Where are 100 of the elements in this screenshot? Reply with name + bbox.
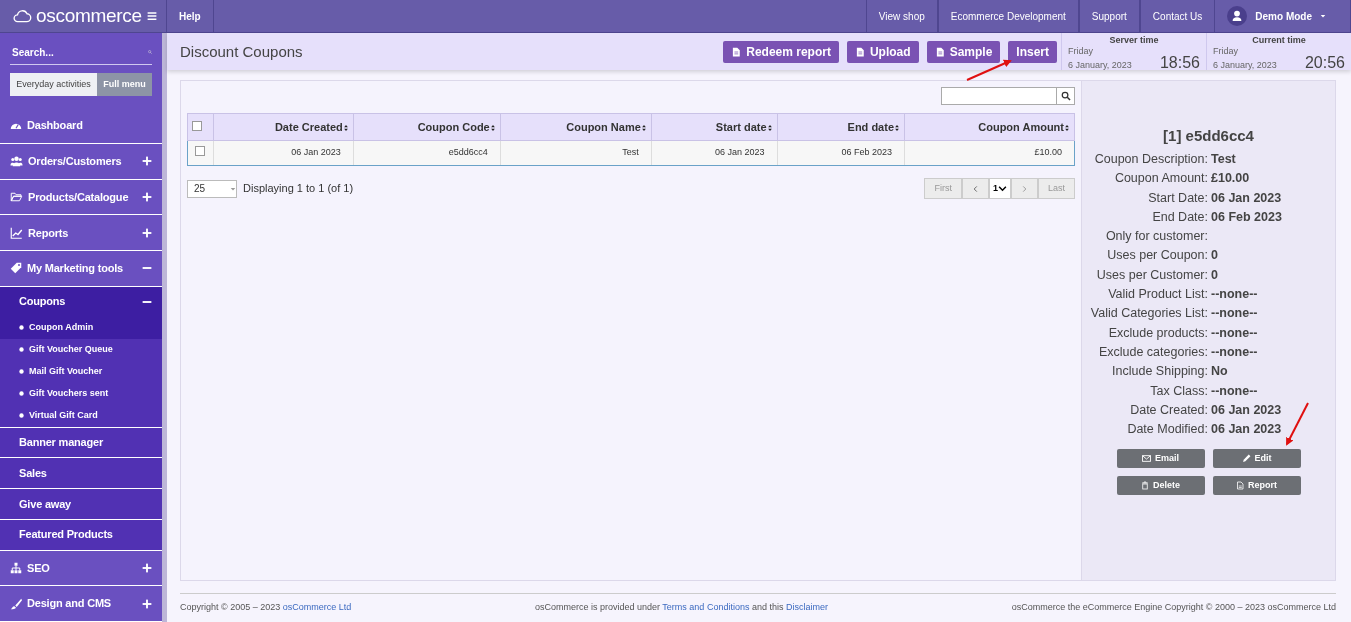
sidebar-item[interactable]: Banner manager bbox=[0, 427, 162, 459]
user-menu[interactable]: Demo Mode bbox=[1215, 0, 1351, 32]
table-cell: e5dd6cc4 bbox=[448, 147, 488, 158]
sidebar-subitem[interactable]: Coupon Admin bbox=[0, 316, 162, 339]
clock-time: 20:56 bbox=[1304, 54, 1345, 72]
search-field[interactable] bbox=[941, 87, 1057, 105]
toolbar-button[interactable]: Sample bbox=[926, 40, 1001, 63]
table-cell: 06 Jan 2023 bbox=[715, 147, 765, 158]
footer-link[interactable]: Terms and Conditions bbox=[662, 602, 750, 613]
field-label: Coupon Amount: bbox=[1113, 170, 1208, 188]
document-icon bbox=[934, 45, 945, 58]
field-label: Valid Categories List: bbox=[1089, 305, 1208, 323]
sidebar-item[interactable]: Coupons bbox=[0, 286, 162, 317]
page-size-select[interactable]: 25 bbox=[187, 179, 237, 198]
users-icon bbox=[10, 155, 23, 168]
field-value: £10.00 bbox=[1211, 170, 1251, 188]
menu-mode-tab[interactable]: Full menu bbox=[97, 72, 152, 97]
toolbar-button[interactable]: Insert bbox=[1008, 40, 1057, 63]
field-label: Only for customer: bbox=[1104, 228, 1208, 246]
sidebar-item[interactable]: Featured Products bbox=[0, 519, 162, 551]
license-text: osCommerce is provided under Terms and Conditions and this Disclaimer bbox=[534, 601, 828, 615]
column-header[interactable]: End date bbox=[847, 120, 894, 133]
clock-date: 6 January, 2023 bbox=[1213, 58, 1278, 72]
copyright-text: osCommerce the eCommerce Engine Copyright © 2000 – 2023 osCommerce Ltd bbox=[1011, 601, 1336, 615]
user-name: Demo Mode bbox=[1255, 9, 1312, 24]
clock-label: Server time bbox=[1108, 35, 1160, 45]
cloud-logo-icon bbox=[12, 7, 32, 25]
bullet-icon bbox=[19, 325, 24, 331]
page-select[interactable]: 1 bbox=[988, 178, 1011, 199]
document-icon bbox=[731, 45, 742, 58]
search-icon bbox=[1060, 91, 1071, 101]
sidebar-item[interactable]: Sales bbox=[0, 458, 162, 490]
action-button[interactable]: Delete bbox=[1116, 476, 1205, 496]
line-chart-icon bbox=[10, 226, 23, 239]
footer-link[interactable]: Disclaimer bbox=[785, 602, 828, 613]
row-checkbox[interactable] bbox=[195, 145, 205, 156]
column-header[interactable]: Start date bbox=[715, 120, 767, 133]
field-value: 0 bbox=[1211, 266, 1219, 284]
field-label: Valid Product List: bbox=[1107, 286, 1208, 304]
field-label: Date Created: bbox=[1129, 401, 1208, 419]
nav-link[interactable]: Contact Us bbox=[1139, 0, 1216, 32]
pagination-info: Displaying 1 to 1 (of 1) bbox=[243, 181, 354, 197]
bullet-icon bbox=[19, 369, 24, 375]
clock-day: Friday bbox=[1068, 45, 1160, 59]
field-value: 0 bbox=[1211, 247, 1219, 265]
action-button[interactable]: Email bbox=[1116, 449, 1205, 469]
clock-date: 6 January, 2023 bbox=[1068, 58, 1133, 72]
field-label: Uses per Customer: bbox=[1095, 266, 1208, 284]
toolbar-button[interactable]: Upload bbox=[846, 40, 919, 63]
chevron-left-icon bbox=[971, 183, 979, 194]
chevron-right-icon bbox=[1021, 183, 1028, 194]
nav-link[interactable]: Help bbox=[167, 0, 214, 32]
bullet-icon bbox=[19, 347, 24, 353]
select-all-checkbox[interactable] bbox=[192, 120, 202, 131]
brand-name: oscommerce bbox=[36, 3, 142, 28]
field-value: 06 Jan 2023 bbox=[1211, 189, 1283, 207]
field-value: 06 Feb 2023 bbox=[1211, 208, 1283, 226]
field-label: Start Date: bbox=[1147, 189, 1208, 207]
bullet-icon bbox=[19, 413, 24, 419]
bullet-icon bbox=[19, 391, 24, 397]
copyright-text: Copyright © 2005 – 2023 osCommerce Ltd bbox=[180, 601, 352, 615]
nav-link[interactable]: Ecommerce Development bbox=[937, 0, 1079, 32]
action-button[interactable]: Edit bbox=[1212, 449, 1301, 469]
toolbar-button[interactable]: Redeem report bbox=[723, 40, 839, 63]
clock-day: Friday bbox=[1213, 45, 1305, 59]
field-value: --none-- bbox=[1211, 343, 1259, 361]
caret-icon bbox=[230, 185, 236, 192]
detail-title: [1] e5dd6cc4 bbox=[1162, 127, 1255, 145]
folder-icon bbox=[10, 191, 23, 204]
field-value: Test bbox=[1211, 151, 1237, 168]
action-button[interactable]: Report bbox=[1212, 476, 1301, 496]
user-avatar-icon bbox=[1227, 6, 1248, 26]
field-value: --none-- bbox=[1211, 305, 1259, 323]
footer-link[interactable]: osCommerce Ltd bbox=[282, 602, 352, 613]
sidebar-item[interactable]: Give away bbox=[0, 489, 162, 520]
field-value: 06 Jan 2023 bbox=[1211, 421, 1283, 439]
nav-link[interactable]: Support bbox=[1078, 0, 1140, 32]
envelope-icon bbox=[1142, 454, 1151, 464]
table-cell: Test bbox=[622, 147, 639, 158]
caret-icon bbox=[1320, 13, 1326, 19]
field-label: Tax Class: bbox=[1149, 382, 1208, 400]
table-cell: £10.00 bbox=[1034, 147, 1062, 158]
field-label: Include Shipping: bbox=[1111, 363, 1208, 381]
field-label: Exclude categories: bbox=[1097, 343, 1208, 361]
document-icon bbox=[1236, 481, 1244, 491]
field-label: Coupon Description: bbox=[1093, 151, 1208, 168]
trash-icon bbox=[1141, 481, 1149, 491]
field-label: Date Modified: bbox=[1126, 421, 1208, 439]
menu-icon[interactable] bbox=[147, 11, 157, 21]
field-label: Uses per Coupon: bbox=[1106, 247, 1208, 265]
field-label: End Date: bbox=[1151, 208, 1208, 226]
nav-link[interactable]: View shop bbox=[865, 0, 938, 32]
arrow bbox=[966, 59, 1012, 81]
field-value: 06 Jan 2023 bbox=[1211, 401, 1283, 419]
clock-label: Current time bbox=[1251, 35, 1307, 45]
search-button[interactable] bbox=[1057, 87, 1075, 105]
menu-mode-tab[interactable]: Everyday activities bbox=[10, 72, 97, 97]
document-icon bbox=[854, 45, 865, 58]
table-cell: 06 Jan 2023 bbox=[291, 147, 341, 158]
search-field[interactable]: Search... bbox=[10, 43, 148, 61]
